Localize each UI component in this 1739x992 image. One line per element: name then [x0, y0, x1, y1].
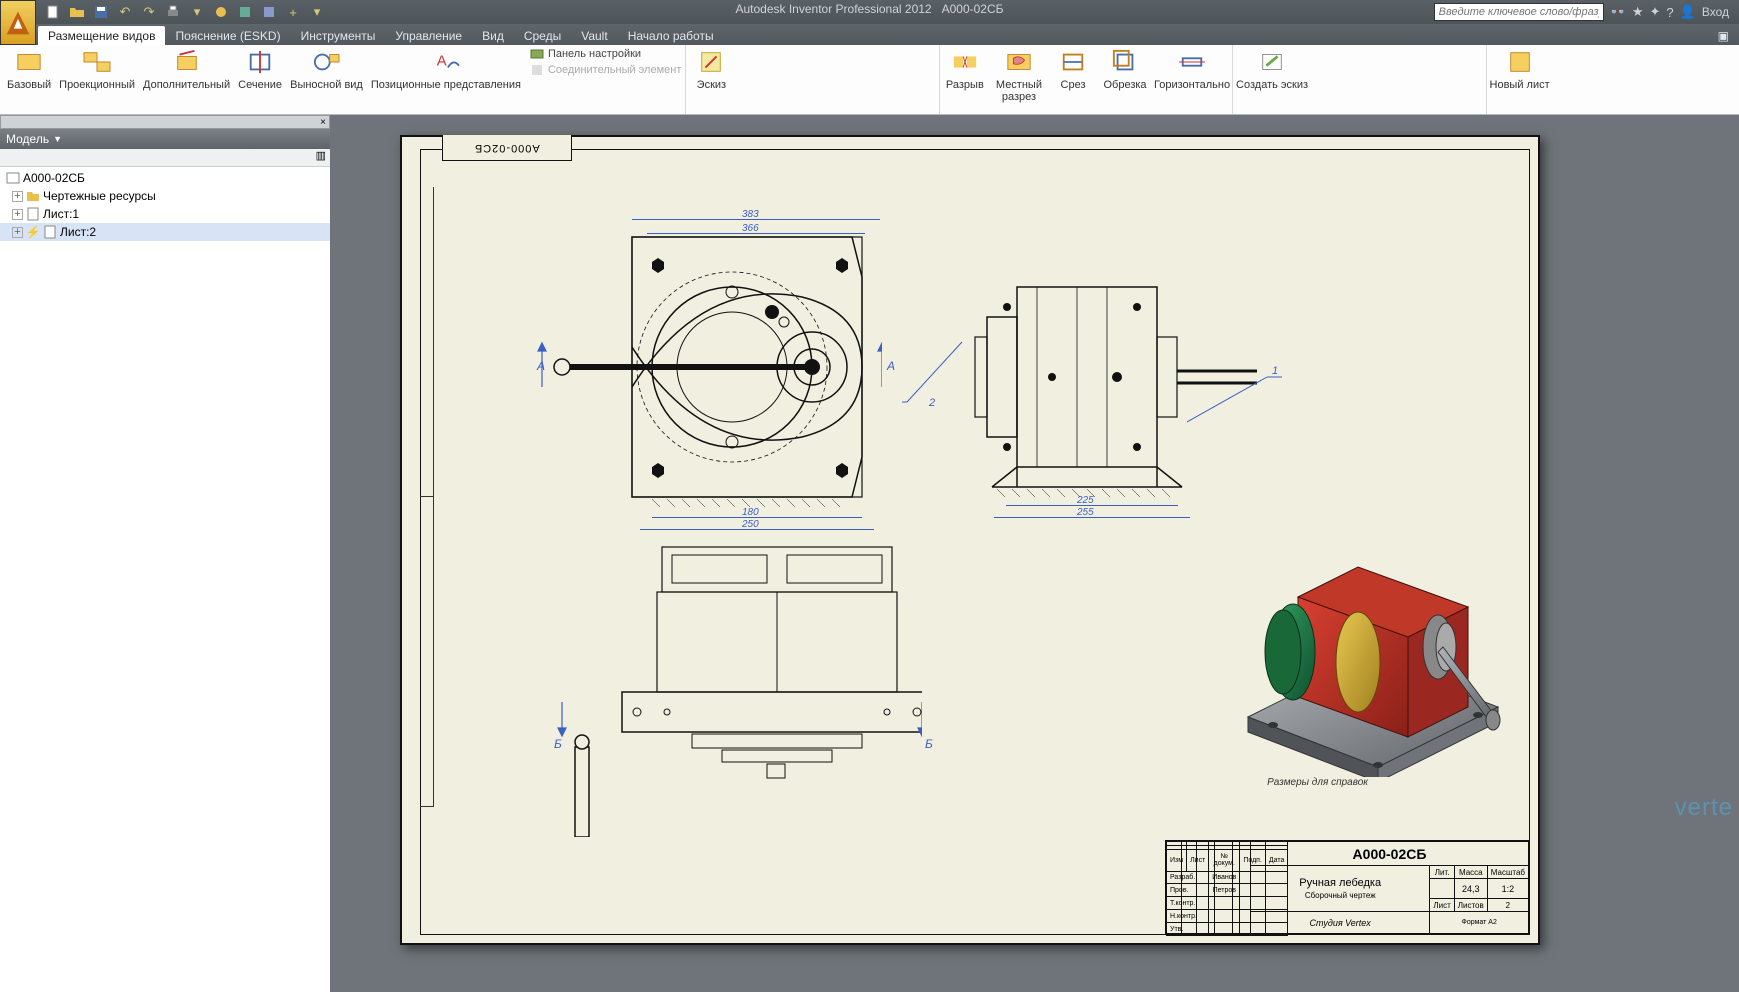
tab-vault[interactable]: Vault: [571, 26, 617, 45]
qat-tool2-icon[interactable]: [234, 2, 256, 22]
overlay-view-button[interactable]: AПозиционные представления: [368, 45, 524, 93]
favorite-icon[interactable]: ★: [1632, 4, 1644, 20]
section-view-button[interactable]: Сечение: [235, 45, 285, 93]
title-block: А000-02СБ Ручная лебедкаСборочный чертеж…: [1165, 840, 1530, 935]
qat-redo-icon[interactable]: ↷: [138, 2, 160, 22]
tab-place-views[interactable]: Размещение видов: [38, 26, 165, 45]
section-B-left: Б: [554, 737, 562, 751]
new-sheet-button[interactable]: Новый лист: [1487, 45, 1553, 93]
leader-1: 1: [1272, 365, 1278, 377]
top-view[interactable]: [502, 217, 882, 527]
dim-250: 250: [742, 519, 759, 530]
watermark: verte: [1675, 794, 1733, 822]
qat-sep: ▾: [186, 2, 208, 22]
crop-button[interactable]: Обрезка: [1100, 45, 1150, 93]
dim-180: 180: [742, 507, 759, 518]
qat-open-icon[interactable]: [66, 2, 88, 22]
browser-header[interactable]: Модель▼: [0, 129, 330, 149]
tree-item-resources[interactable]: +Чертежные ресурсы: [0, 187, 330, 205]
tab-getstarted[interactable]: Начало работы: [618, 26, 724, 45]
tree-item-sheet2[interactable]: +⚡Лист:2: [0, 223, 330, 241]
nailboard-button[interactable]: Панель настройки: [530, 47, 681, 61]
front-view[interactable]: [522, 537, 922, 837]
slice-button[interactable]: Срез: [1048, 45, 1098, 93]
base-view-button[interactable]: Базовый: [4, 45, 54, 93]
draft-button[interactable]: Эскиз: [686, 45, 736, 93]
horizontal-button[interactable]: Горизонтально: [1152, 45, 1232, 93]
ribbon-collapse-icon[interactable]: ▣: [1708, 26, 1739, 45]
leader-2: 2: [929, 397, 935, 409]
qat-tool3-icon[interactable]: [258, 2, 280, 22]
tab-tools[interactable]: Инструменты: [291, 26, 386, 45]
login-link[interactable]: Вход: [1702, 5, 1729, 19]
qat-tool1-icon[interactable]: [210, 2, 232, 22]
svg-text:A: A: [437, 54, 447, 70]
app-menu-button[interactable]: [0, 0, 36, 45]
tab-environments[interactable]: Среды: [514, 26, 571, 45]
tab-view[interactable]: Вид: [472, 26, 514, 45]
qat-tool4-icon[interactable]: +: [282, 2, 304, 22]
section-A-left: А: [537, 359, 545, 373]
tab-manage[interactable]: Управление: [385, 26, 472, 45]
window-title: Autodesk Inventor Professional 2012 А000…: [735, 2, 1003, 16]
breakout-button[interactable]: Местный разрез: [992, 45, 1046, 105]
dim-383: 383: [742, 209, 759, 220]
qat-save-icon[interactable]: [90, 2, 112, 22]
search-input[interactable]: [1434, 3, 1604, 21]
sheet-label-tab: А000-02СБ: [442, 135, 572, 161]
help-icon[interactable]: ?: [1666, 5, 1673, 20]
tab-annotate-eskd[interactable]: Пояснение (ESKD): [165, 26, 290, 45]
model-tree: А000-02СБ +Чертежные ресурсы +Лист:1 +⚡Л…: [0, 167, 330, 992]
isometric-view[interactable]: [1228, 517, 1508, 777]
qat-tool5-icon[interactable]: ▾: [306, 2, 328, 22]
connector-button: Соединительный элемент: [530, 63, 681, 77]
section-A-right: А: [887, 359, 895, 373]
qat-print-icon[interactable]: [162, 2, 184, 22]
drawing-canvas[interactable]: А000-02СБ: [330, 115, 1739, 992]
browser-close-icon[interactable]: ×: [317, 117, 329, 128]
info-icon[interactable]: ✦: [1650, 4, 1661, 20]
break-button[interactable]: Разрыв: [940, 45, 990, 93]
qat-undo-icon[interactable]: ↶: [114, 2, 136, 22]
ref-dims-note: Размеры для справок: [1267, 777, 1368, 788]
tree-item-sheet1[interactable]: +Лист:1: [0, 205, 330, 223]
drawing-sheet: А000-02СБ: [400, 135, 1540, 945]
dim-366: 366: [742, 223, 759, 234]
detail-view-button[interactable]: Выносной вид: [287, 45, 366, 93]
auxiliary-view-button[interactable]: Дополнительный: [140, 45, 233, 93]
section-B-right: Б: [925, 737, 933, 751]
user-icon[interactable]: 👤: [1680, 4, 1696, 20]
dim-225: 225: [1077, 495, 1094, 506]
qat-new-icon[interactable]: [42, 2, 64, 22]
projected-view-button[interactable]: Проекционный: [56, 45, 138, 93]
ribbon-tabs: Размещение видов Пояснение (ESKD) Инстру…: [0, 24, 1739, 45]
browser-filter-icon[interactable]: ▥: [316, 149, 326, 166]
create-sketch-button[interactable]: Создать эскиз: [1233, 45, 1311, 93]
dim-255: 255: [1077, 507, 1094, 518]
binoculars-icon[interactable]: 👓: [1610, 4, 1626, 20]
tree-root[interactable]: А000-02СБ: [0, 169, 330, 187]
